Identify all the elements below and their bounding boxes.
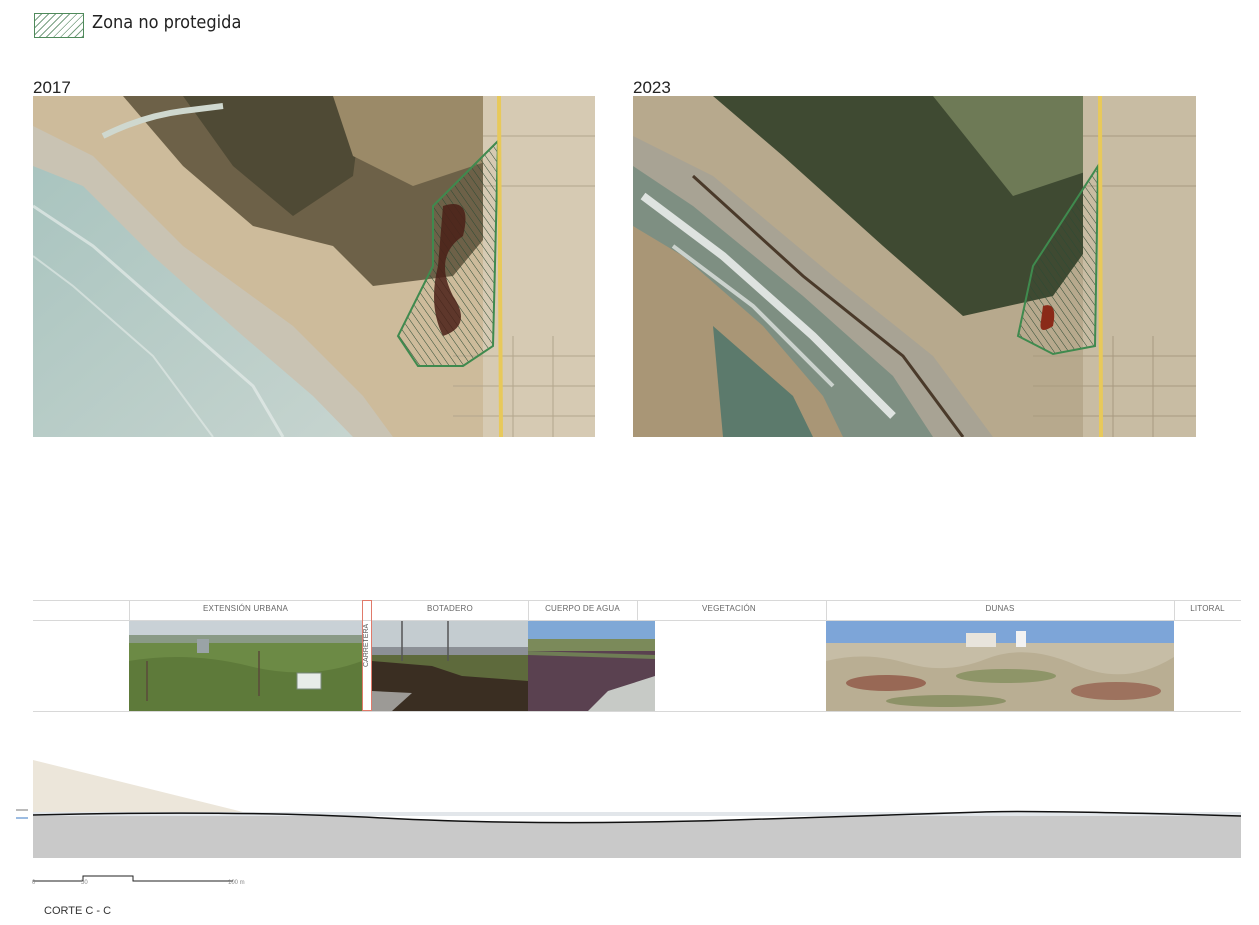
year-label-2017: 2017 (33, 78, 71, 97)
scale-tick-0: 0 (32, 880, 36, 886)
scale-tick-50: 50 (81, 880, 88, 886)
legend-swatch-hatched (34, 13, 84, 38)
zone-label-botadero: BOTADERO (427, 604, 473, 613)
zone-label-vegetacion: VEGETACIÓN (702, 604, 756, 613)
year-label-2023: 2023 (633, 78, 671, 97)
section-band-bottom-line (33, 711, 1241, 712)
photo-extension-urbana (129, 621, 362, 711)
zone-label-dunas: DUNAS (985, 604, 1015, 613)
photo-botadero (372, 621, 528, 711)
terrain-profile (32, 760, 1242, 860)
road-label: CARRETERA (363, 623, 370, 667)
photo-dunas (826, 621, 1174, 711)
satellite-map-2017 (33, 96, 595, 437)
level-marker-icon (16, 806, 28, 822)
zone-label-extension-urbana: EXTENSIÓN URBANA (203, 604, 288, 613)
scale-tick-100: 100 m (228, 880, 245, 886)
section-title: CORTE C - C (44, 905, 112, 917)
scale-bar (33, 870, 233, 882)
zone-label-cuerpo-de-agua: CUERPO DE AGUA (545, 604, 620, 613)
legend-label: Zona no protegida (92, 12, 242, 33)
zone-label-litoral: LITORAL (1190, 604, 1225, 613)
photo-cuerpo-de-agua (528, 621, 655, 711)
satellite-map-2023 (633, 96, 1196, 437)
